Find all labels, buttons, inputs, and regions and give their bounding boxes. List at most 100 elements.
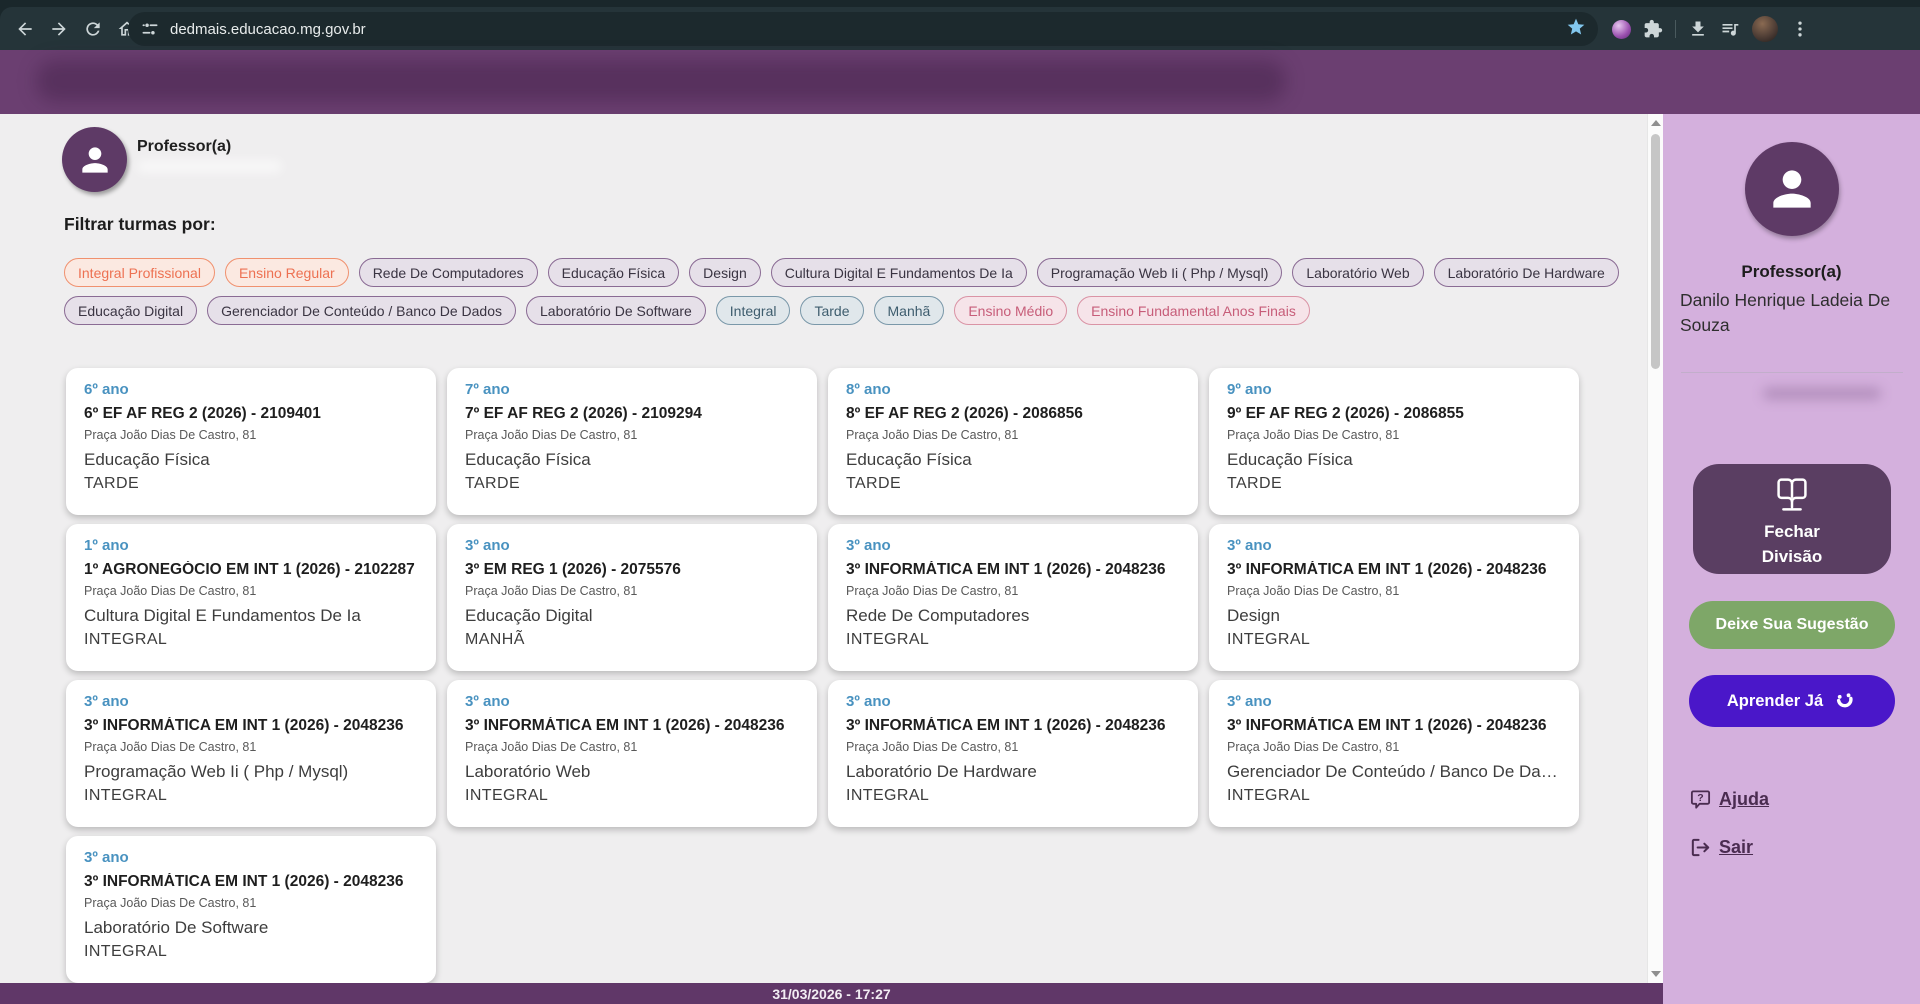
card-grade: 3º ano <box>1227 693 1272 710</box>
filter-chip[interactable]: Manhã <box>873 296 945 325</box>
learn-now-button[interactable]: Aprender Já <box>1689 675 1895 727</box>
filter-chip[interactable]: Ensino Fundamental Anos Finais <box>1077 296 1310 325</box>
extensions-puzzle-icon[interactable] <box>1643 19 1663 39</box>
filter-chip[interactable]: Tarde <box>800 296 864 325</box>
card-subject: Educação Física <box>846 450 972 469</box>
browser-window: dedmais.educacao.mg.gov.br Professor(a) … <box>0 0 1920 1004</box>
person-icon <box>81 146 108 173</box>
sidebar-divider <box>1681 372 1903 373</box>
filter-chip[interactable]: Integral Profissional <box>64 258 215 287</box>
reload-icon[interactable] <box>76 12 110 46</box>
class-card[interactable]: 1º ano 1º AGRONEGÓCIO EM INT 1 (2026) - … <box>66 524 436 671</box>
filter-chip[interactable]: Programação Web Ii ( Php / Mysql) <box>1036 258 1283 287</box>
back-icon[interactable] <box>8 12 42 46</box>
class-card[interactable]: 3º ano 3º INFORMÁTICA EM INT 1 (2026) - … <box>828 680 1198 827</box>
card-shift: TARDE <box>84 475 140 492</box>
redacted-blur <box>1763 388 1881 399</box>
filter-chip[interactable]: Laboratório De Hardware <box>1433 258 1619 287</box>
card-subject: Laboratório Web <box>465 762 591 781</box>
card-title: 7º EF AF REG 2 (2026) - 2109294 <box>465 405 702 422</box>
class-card[interactable]: 3º ano 3º INFORMÁTICA EM INT 1 (2026) - … <box>828 524 1198 671</box>
card-shift: INTEGRAL <box>84 943 168 960</box>
filter-chip[interactable]: Design <box>689 258 761 287</box>
class-card[interactable]: 3º ano 3º INFORMÁTICA EM INT 1 (2026) - … <box>66 680 436 827</box>
scroll-up-arrow[interactable] <box>1651 120 1661 126</box>
close-division-button[interactable]: Fechar Divisão <box>1693 464 1891 574</box>
filter-chip[interactable]: Gerenciador De Conteúdo / Banco De Dados <box>207 296 517 325</box>
extension-badge-icon[interactable] <box>1612 19 1631 39</box>
datetime-text: 31/03/2026 - 17:27 <box>772 985 891 1002</box>
card-address: Praça João Dias De Castro, 81 <box>846 428 1019 442</box>
site-settings-icon[interactable] <box>140 19 160 39</box>
filter-chip[interactable]: Cultura Digital E Fundamentos De Ia <box>770 258 1027 287</box>
card-subject: Rede De Computadores <box>846 606 1030 625</box>
card-subject: Laboratório De Hardware <box>846 762 1037 781</box>
filter-chip[interactable]: Integral <box>715 296 791 325</box>
learn-now-label: Aprender Já <box>1726 691 1824 710</box>
sidebar-avatar <box>1745 142 1839 236</box>
class-card[interactable]: 3º ano 3º INFORMÁTICA EM INT 1 (2026) - … <box>1209 524 1579 671</box>
card-title: 3º INFORMÁTICA EM INT 1 (2026) - 2048236 <box>846 561 1166 578</box>
class-card[interactable]: 6º ano 6º EF AF REG 2 (2026) - 2109401 P… <box>66 368 436 515</box>
help-link[interactable]: ? Ajuda <box>1689 788 1769 811</box>
bookmark-star-icon[interactable] <box>1566 17 1586 42</box>
card-shift: TARDE <box>465 475 521 492</box>
filter-chip[interactable]: Ensino Médio <box>954 296 1068 325</box>
filter-chip[interactable]: Rede De Computadores <box>358 258 538 287</box>
forward-icon[interactable] <box>42 12 76 46</box>
card-address: Praça João Dias De Castro, 81 <box>1227 740 1400 754</box>
suggestion-button[interactable]: Deixe Sua Sugestão <box>1689 601 1895 649</box>
card-title: 3º INFORMÁTICA EM INT 1 (2026) - 2048236 <box>1227 561 1547 578</box>
class-card[interactable]: 3º ano 3º EM REG 1 (2026) - 2075576 Praç… <box>447 524 817 671</box>
question-bubble-icon: ? <box>1690 790 1711 809</box>
download-icon[interactable] <box>1688 19 1708 39</box>
filter-chip[interactable]: Laboratório De Software <box>526 296 706 325</box>
filter-chip[interactable]: Educação Digital <box>64 296 198 325</box>
url-text[interactable]: dedmais.educacao.mg.gov.br <box>170 21 1566 38</box>
class-card-grid: 6º ano 6º EF AF REG 2 (2026) - 2109401 P… <box>66 368 1579 983</box>
class-card[interactable]: 3º ano 3º INFORMÁTICA EM INT 1 (2026) - … <box>447 680 817 827</box>
card-subject: Educação Digital <box>465 606 593 625</box>
class-card[interactable]: 8º ano 8º EF AF REG 2 (2026) - 2086856 P… <box>828 368 1198 515</box>
scroll-down-arrow[interactable] <box>1651 971 1661 977</box>
card-grade: 7º ano <box>465 381 510 398</box>
card-subject: Educação Física <box>1227 450 1353 469</box>
close-division-label-line2: Divisão <box>1761 547 1823 566</box>
card-subject: Programação Web Ii ( Php / Mysql) <box>84 762 349 781</box>
card-grade: 3º ano <box>465 693 510 710</box>
browser-toolbar: dedmais.educacao.mg.gov.br <box>0 0 1920 50</box>
scrollbar-thumb[interactable] <box>1651 134 1660 369</box>
app-header <box>0 50 1920 114</box>
filter-chip[interactable]: Ensino Regular <box>224 258 349 287</box>
card-shift: INTEGRAL <box>465 787 549 804</box>
card-grade: 3º ano <box>84 693 129 710</box>
card-shift: INTEGRAL <box>1227 631 1311 648</box>
card-shift: TARDE <box>1227 475 1283 492</box>
close-division-label-line1: Fechar <box>1764 521 1820 541</box>
card-address: Praça João Dias De Castro, 81 <box>465 428 638 442</box>
help-label: Ajuda <box>1719 789 1770 809</box>
class-card[interactable]: 3º ano 3º INFORMÁTICA EM INT 1 (2026) - … <box>66 836 436 983</box>
card-address: Praça João Dias De Castro, 81 <box>84 896 257 910</box>
scrollbar[interactable] <box>1647 114 1663 983</box>
logout-icon <box>1691 838 1710 857</box>
logout-link[interactable]: Sair <box>1689 836 1753 859</box>
card-title: 3º EM REG 1 (2026) - 2075576 <box>465 561 681 578</box>
sidebar-user-name: Danilo Henrique Ladeia De Souza <box>1680 290 1891 336</box>
kebab-menu-icon[interactable] <box>1790 19 1810 39</box>
url-bar[interactable]: dedmais.educacao.mg.gov.br <box>128 12 1598 46</box>
sidebar: Professor(a) Danilo Henrique Ladeia De S… <box>1663 114 1920 1004</box>
card-shift: INTEGRAL <box>84 787 168 804</box>
class-card[interactable]: 3º ano 3º INFORMÁTICA EM INT 1 (2026) - … <box>1209 680 1579 827</box>
filter-chip[interactable]: Educação Física <box>547 258 680 287</box>
media-queue-icon[interactable] <box>1720 19 1740 39</box>
card-title: 3º INFORMÁTICA EM INT 1 (2026) - 2048236 <box>84 717 404 734</box>
smiley-icon <box>1837 693 1853 708</box>
datetime-bar: 31/03/2026 - 17:27 <box>0 983 1663 1004</box>
class-card[interactable]: 9º ano 9º EF AF REG 2 (2026) - 2086855 P… <box>1209 368 1579 515</box>
profile-avatar[interactable] <box>1752 16 1778 42</box>
card-title: 3º INFORMÁTICA EM INT 1 (2026) - 2048236 <box>846 717 1166 734</box>
card-address: Praça João Dias De Castro, 81 <box>465 584 638 598</box>
filter-chip[interactable]: Laboratório Web <box>1292 258 1424 287</box>
class-card[interactable]: 7º ano 7º EF AF REG 2 (2026) - 2109294 P… <box>447 368 817 515</box>
